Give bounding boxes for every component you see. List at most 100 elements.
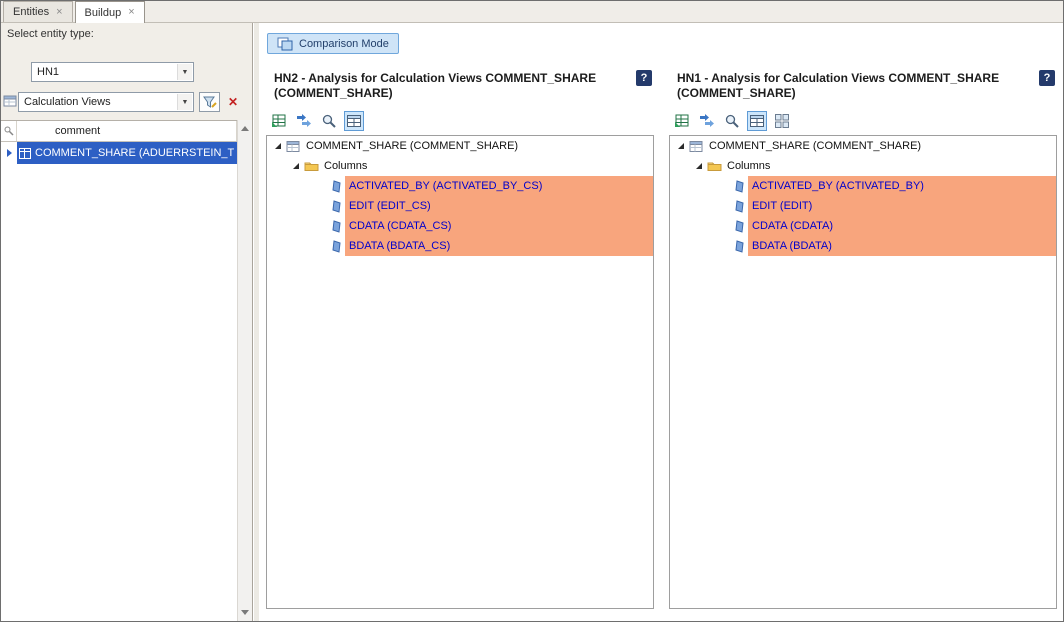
filter-button[interactable] xyxy=(199,92,220,112)
tree-column-label: ACTIVATED_BY (ACTIVATED_BY) xyxy=(748,176,1056,196)
comparison-panel-right: HN1 - Analysis for Calculation Views COM… xyxy=(669,69,1057,609)
panel-title-row: HN1 - Analysis for Calculation Views COM… xyxy=(669,69,1057,107)
clear-filter-icon: ✕ xyxy=(228,95,238,109)
tab-bar: Entities × Buildup × xyxy=(1,1,1063,23)
system-dropdown-value: HN1 xyxy=(37,66,59,78)
scroll-up-button[interactable] xyxy=(238,121,252,136)
comparison-mode-label: Comparison Mode xyxy=(299,38,389,50)
panel-toolbar xyxy=(266,107,654,135)
funnel-icon xyxy=(203,95,217,109)
tree-folder-label: Columns xyxy=(320,160,371,172)
column-icon xyxy=(327,240,345,253)
filter-pin-icon[interactable] xyxy=(1,121,17,141)
arrow-up-icon xyxy=(241,126,249,131)
help-button[interactable]: ? xyxy=(1039,70,1055,86)
tab-buildup[interactable]: Buildup × xyxy=(75,1,145,23)
excel-export-icon xyxy=(271,113,287,129)
tree-column-label: EDIT (EDIT_CS) xyxy=(345,196,653,216)
expander-icon[interactable] xyxy=(693,162,705,170)
expander-icon[interactable] xyxy=(272,142,284,150)
row-marker-icon xyxy=(7,149,12,157)
close-icon[interactable]: × xyxy=(56,7,62,18)
search-button[interactable] xyxy=(319,111,339,131)
sidebar-scrollbar[interactable] xyxy=(237,120,252,621)
tree-root-label: COMMENT_SHARE (COMMENT_SHARE) xyxy=(705,140,925,152)
tree-column-item[interactable]: ACTIVATED_BY (ACTIVATED_BY_CS) xyxy=(267,176,653,196)
tree-column-label: BDATA (BDATA_CS) xyxy=(345,236,653,256)
excel-export-button[interactable] xyxy=(269,111,289,131)
column-icon xyxy=(327,220,345,233)
calculation-view-icon xyxy=(687,140,705,153)
column-icon xyxy=(730,180,748,193)
table-row[interactable]: COMMENT_SHARE (ADUERRSTEIN_T xyxy=(1,142,237,164)
tree-folder-label: Columns xyxy=(723,160,774,172)
tree-column-label: ACTIVATED_BY (ACTIVATED_BY_CS) xyxy=(345,176,653,196)
column-icon xyxy=(730,200,748,213)
tree-column-item[interactable]: EDIT (EDIT_CS) xyxy=(267,196,653,216)
excel-export-button[interactable] xyxy=(672,111,692,131)
comparison-mode-icon xyxy=(277,37,293,51)
tree-root-node[interactable]: COMMENT_SHARE (COMMENT_SHARE) xyxy=(670,136,1056,156)
tree-column-item[interactable]: BDATA (BDATA_CS) xyxy=(267,236,653,256)
chevron-down-icon[interactable]: ▼ xyxy=(177,94,192,110)
entity-type-dropdown[interactable]: Calculation Views ▼ xyxy=(18,92,194,112)
transfer-icon xyxy=(296,113,312,129)
folder-icon xyxy=(302,160,320,172)
table-view-button[interactable] xyxy=(344,111,364,131)
tab-entities-label: Entities xyxy=(13,6,49,18)
tree-root-label: COMMENT_SHARE (COMMENT_SHARE) xyxy=(302,140,522,152)
entity-grid-header: comment xyxy=(1,121,237,142)
search-button[interactable] xyxy=(722,111,742,131)
entity-grid: comment COMMENT_SHARE (ADUERRSTEIN_T xyxy=(1,120,237,621)
tree-column-item[interactable]: CDATA (CDATA_CS) xyxy=(267,216,653,236)
tree-column-item[interactable]: BDATA (BDATA) xyxy=(670,236,1056,256)
close-icon[interactable]: × xyxy=(128,7,134,18)
comparison-panel-left: HN2 - Analysis for Calculation Views COM… xyxy=(266,69,654,609)
column-icon xyxy=(327,200,345,213)
calculation-view-icon xyxy=(284,140,302,153)
transfer-button[interactable] xyxy=(294,111,314,131)
transfer-icon xyxy=(699,113,715,129)
column-icon xyxy=(327,180,345,193)
page-title: HN2 - Analysis for Calculation Views COM… xyxy=(274,71,628,101)
application-window: Entities × Buildup × Select entity type:… xyxy=(0,0,1064,622)
help-button[interactable]: ? xyxy=(636,70,652,86)
comparison-mode-button[interactable]: Comparison Mode xyxy=(267,33,399,54)
entity-type-icon xyxy=(3,94,17,108)
comment-column-header[interactable]: comment xyxy=(17,121,237,141)
expander-icon[interactable] xyxy=(290,162,302,170)
tree-column-item[interactable]: EDIT (EDIT) xyxy=(670,196,1056,216)
row-selector-cell[interactable] xyxy=(1,142,17,164)
entity-type-dropdown-value: Calculation Views xyxy=(24,96,111,108)
transfer-button[interactable] xyxy=(697,111,717,131)
grid-view-icon xyxy=(774,113,790,129)
panel-title-row: HN2 - Analysis for Calculation Views COM… xyxy=(266,69,654,107)
arrow-down-icon xyxy=(241,610,249,615)
scroll-down-button[interactable] xyxy=(238,605,252,620)
folder-icon xyxy=(705,160,723,172)
tab-buildup-label: Buildup xyxy=(85,7,122,19)
sidebar: Select entity type: HN1 ▼ Calculation Vi… xyxy=(1,23,253,621)
expander-icon[interactable] xyxy=(675,142,687,150)
search-icon xyxy=(321,113,337,129)
system-dropdown[interactable]: HN1 ▼ xyxy=(31,62,194,82)
tree-root-node[interactable]: COMMENT_SHARE (COMMENT_SHARE) xyxy=(267,136,653,156)
analysis-tree: COMMENT_SHARE (COMMENT_SHARE) Columns xyxy=(266,135,654,609)
tree-column-label: CDATA (CDATA_CS) xyxy=(345,216,653,236)
selected-entity-row[interactable]: COMMENT_SHARE (ADUERRSTEIN_T xyxy=(17,142,237,164)
tab-entities[interactable]: Entities × xyxy=(3,1,73,22)
table-view-button[interactable] xyxy=(747,111,767,131)
tree-column-item[interactable]: CDATA (CDATA) xyxy=(670,216,1056,236)
tree-folder-node[interactable]: Columns xyxy=(267,156,653,176)
tree-folder-node[interactable]: Columns xyxy=(670,156,1056,176)
panel-toolbar xyxy=(669,107,1057,135)
grid-view-button[interactable] xyxy=(772,111,792,131)
tree-column-item[interactable]: ACTIVATED_BY (ACTIVATED_BY) xyxy=(670,176,1056,196)
analysis-tree: COMMENT_SHARE (COMMENT_SHARE) Columns xyxy=(669,135,1057,609)
search-icon xyxy=(724,113,740,129)
column-icon xyxy=(730,240,748,253)
clear-filter-button[interactable]: ✕ xyxy=(225,93,241,111)
chevron-down-icon[interactable]: ▼ xyxy=(177,64,192,80)
tree-column-label: BDATA (BDATA) xyxy=(748,236,1056,256)
select-entity-type-label: Select entity type: xyxy=(7,28,94,40)
